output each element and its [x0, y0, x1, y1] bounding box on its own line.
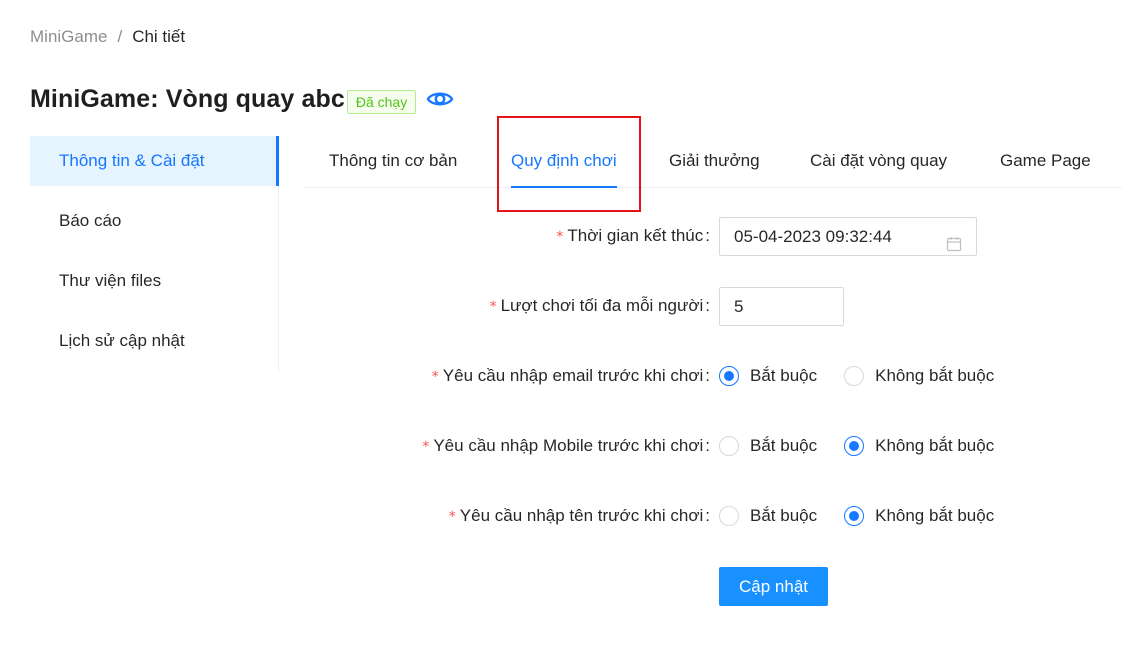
sidebar-item-files[interactable]: Thư viện files — [30, 256, 278, 306]
radio-button[interactable] — [719, 366, 739, 386]
calendar-icon[interactable] — [946, 228, 962, 252]
tab-game-page[interactable]: Game Page — [1000, 136, 1091, 188]
required-mark: * — [489, 299, 497, 315]
require-mobile-label: * Yêu cầu nhập Mobile trước khi chơi: — [422, 436, 710, 455]
required-mark: * — [422, 439, 430, 455]
require-email-optional-option[interactable]: Không bắt buộc — [844, 366, 994, 386]
require-name-radio-group: Bắt buộc Không bắt buộc — [719, 506, 1021, 526]
max-plays-value: 5 — [734, 297, 744, 316]
end-time-value: 05-04-2023 09:32:44 — [734, 227, 892, 246]
require-mobile-required-option[interactable]: Bắt buộc — [719, 436, 817, 456]
tab-prizes[interactable]: Giải thưởng — [669, 136, 760, 188]
side-menu: Thông tin & Cài đặt Báo cáo Thư viện fil… — [30, 136, 279, 372]
radio-button[interactable] — [844, 366, 865, 386]
end-time-label: * Thời gian kết thúc: — [556, 226, 710, 245]
required-mark: * — [431, 369, 439, 385]
max-plays-input[interactable]: 5 — [719, 287, 844, 326]
breadcrumb-root-link[interactable]: MiniGame — [30, 27, 107, 47]
tab-bar: Thông tin cơ bản Quy định chơi Giải thưở… — [304, 136, 1122, 188]
end-time-picker[interactable]: 05-04-2023 09:32:44 — [719, 217, 977, 256]
tab-wheel-settings[interactable]: Cài đặt vòng quay — [810, 136, 947, 188]
sidebar-item-reports[interactable]: Báo cáo — [30, 196, 278, 246]
radio-button[interactable] — [844, 506, 865, 526]
breadcrumb-current: Chi tiết — [132, 27, 186, 46]
update-button[interactable]: Cập nhật — [719, 567, 828, 606]
sidebar-item-settings[interactable]: Thông tin & Cài đặt — [30, 136, 279, 186]
require-email-radio-group: Bắt buộc Không bắt buộc — [719, 366, 1021, 386]
radio-button[interactable] — [719, 436, 739, 456]
require-mobile-optional-option[interactable]: Không bắt buộc — [844, 436, 994, 456]
radio-button[interactable] — [719, 506, 739, 526]
highlight-annotation-box — [497, 116, 641, 212]
required-mark: * — [556, 229, 564, 245]
radio-button[interactable] — [844, 436, 865, 456]
breadcrumb-separator: / — [117, 27, 123, 46]
eye-icon[interactable] — [426, 88, 454, 110]
page-header: MiniGame: Vòng quay abc Đã chạy — [30, 84, 454, 114]
breadcrumb: MiniGame / Chi tiết — [30, 27, 185, 47]
require-mobile-radio-group: Bắt buộc Không bắt buộc — [719, 436, 1021, 456]
page-title: MiniGame: Vòng quay abc — [30, 84, 345, 113]
max-plays-label: * Lượt chơi tối đa mỗi người: — [489, 296, 710, 315]
tab-basic-info[interactable]: Thông tin cơ bản — [329, 136, 457, 188]
required-mark: * — [448, 509, 456, 525]
require-name-label: * Yêu cầu nhập tên trước khi chơi: — [448, 506, 710, 525]
require-email-required-option[interactable]: Bắt buộc — [719, 366, 817, 386]
require-name-required-option[interactable]: Bắt buộc — [719, 506, 817, 526]
require-name-optional-option[interactable]: Không bắt buộc — [844, 506, 994, 526]
status-badge: Đã chạy — [346, 90, 417, 114]
require-email-label: * Yêu cầu nhập email trước khi chơi: — [431, 366, 710, 385]
sidebar-item-history[interactable]: Lịch sử cập nhật — [30, 316, 278, 366]
